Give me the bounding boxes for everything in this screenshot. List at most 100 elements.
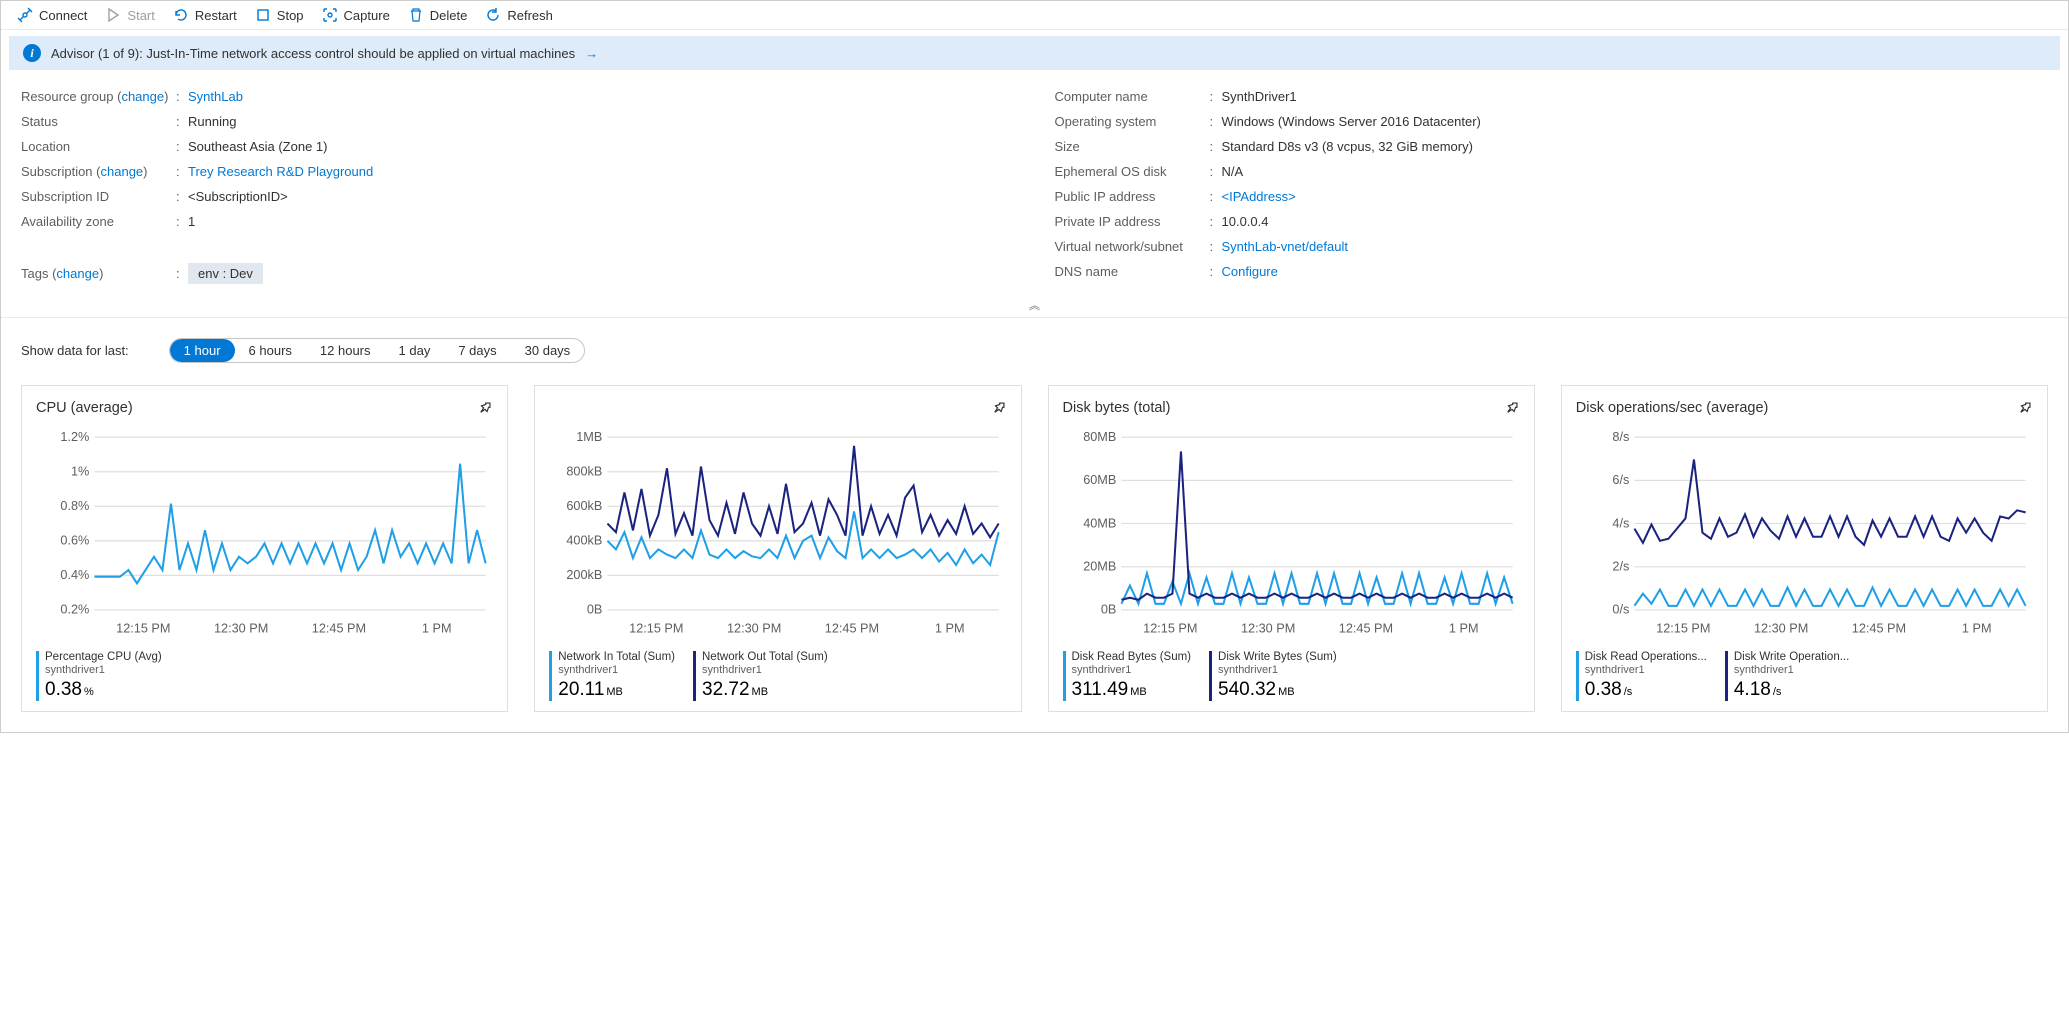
svg-text:80MB: 80MB: [1083, 430, 1116, 444]
time-range-30-days[interactable]: 30 days: [511, 339, 585, 362]
vnet-label: Virtual network/subnet: [1055, 239, 1210, 254]
legend-value: 0.38/s: [1585, 679, 1707, 701]
svg-text:12:15 PM: 12:15 PM: [629, 622, 683, 636]
subscription-change[interactable]: change: [101, 164, 144, 179]
legend-name: Network In Total (Sum): [558, 651, 675, 664]
os-value: Windows (Windows Server 2016 Datacenter): [1222, 114, 1481, 129]
legend-name: Network Out Total (Sum): [702, 651, 828, 664]
computer-name-value: SynthDriver1: [1222, 89, 1297, 104]
advisor-banner[interactable]: i Advisor (1 of 9): Just-In-Time network…: [9, 36, 2060, 70]
legend-value: 540.32MB: [1218, 679, 1337, 701]
status-label: Status: [21, 114, 176, 129]
svg-text:12:15 PM: 12:15 PM: [116, 622, 170, 636]
time-range-1-day[interactable]: 1 day: [385, 339, 445, 362]
info-icon: i: [23, 44, 41, 62]
pin-icon[interactable]: [2017, 400, 2033, 419]
svg-text:1MB: 1MB: [577, 430, 603, 444]
tag-chip[interactable]: env : Dev: [188, 263, 263, 284]
computer-name-label: Computer name: [1055, 89, 1210, 104]
svg-text:12:30 PM: 12:30 PM: [727, 622, 781, 636]
advisor-text: Advisor (1 of 9): Just-In-Time network a…: [51, 46, 575, 61]
collapse-handle[interactable]: ︽: [1, 293, 2068, 317]
chart-tile-ops[interactable]: Disk operations/sec (average) 0/s2/s4/s6…: [1561, 385, 2048, 712]
time-range-1-hour[interactable]: 1 hour: [170, 339, 235, 362]
chart-tile-cpu[interactable]: CPU (average) 0.2%0.4%0.6%0.8%1%1.2%12:1…: [21, 385, 508, 712]
chart-tile-net[interactable]: 0B200kB400kB600kB800kB1MB12:15 PM12:30 P…: [534, 385, 1021, 712]
command-bar: Connect Start Restart Stop Capture Delet…: [1, 1, 2068, 30]
legend-item: Percentage CPU (Avg) synthdriver1 0.38%: [36, 651, 162, 701]
svg-text:1%: 1%: [71, 465, 89, 479]
delete-button[interactable]: Delete: [408, 7, 468, 23]
legend-value: 311.49MB: [1072, 679, 1192, 701]
svg-text:40MB: 40MB: [1083, 516, 1116, 530]
svg-text:12:45 PM: 12:45 PM: [825, 622, 879, 636]
svg-text:6/s: 6/s: [1612, 473, 1629, 487]
properties-left: Resource group (change) : SynthLab Statu…: [21, 84, 1015, 289]
chart-tile-disk[interactable]: Disk bytes (total) 0B20MB40MB60MB80MB12:…: [1048, 385, 1535, 712]
connect-label: Connect: [39, 8, 87, 23]
resource-group-value[interactable]: SynthLab: [188, 89, 243, 104]
svg-text:12:15 PM: 12:15 PM: [1656, 622, 1710, 636]
pin-icon[interactable]: [1504, 400, 1520, 419]
delete-icon: [408, 7, 424, 23]
range-label: Show data for last:: [21, 343, 129, 358]
refresh-button[interactable]: Refresh: [485, 7, 553, 23]
svg-text:60MB: 60MB: [1083, 473, 1116, 487]
location-label: Location: [21, 139, 176, 154]
pubip-value[interactable]: <IPAddress>: [1222, 189, 1296, 204]
tile-title: Disk operations/sec (average): [1576, 400, 1769, 416]
legend-sub: synthdriver1: [558, 664, 675, 677]
capture-button[interactable]: Capture: [322, 7, 390, 23]
time-range-6-hours[interactable]: 6 hours: [235, 339, 306, 362]
capture-icon: [322, 7, 338, 23]
svg-text:0.2%: 0.2%: [60, 603, 89, 617]
capture-label: Capture: [344, 8, 390, 23]
time-range-selector: 1 hour6 hours12 hours1 day7 days30 days: [169, 338, 586, 363]
legend-sub: synthdriver1: [1585, 664, 1707, 677]
legend-value: 20.11MB: [558, 679, 675, 701]
pin-icon[interactable]: [477, 400, 493, 419]
svg-text:1 PM: 1 PM: [1448, 622, 1478, 636]
connect-button[interactable]: Connect: [17, 7, 87, 23]
restart-icon: [173, 7, 189, 23]
refresh-label: Refresh: [507, 8, 553, 23]
eph-label: Ephemeral OS disk: [1055, 164, 1210, 179]
svg-text:2/s: 2/s: [1612, 560, 1629, 574]
refresh-icon: [485, 7, 501, 23]
stop-button[interactable]: Stop: [255, 7, 304, 23]
svg-text:12:45 PM: 12:45 PM: [1338, 622, 1392, 636]
legend-sub: synthdriver1: [1218, 664, 1337, 677]
restart-button[interactable]: Restart: [173, 7, 237, 23]
tile-title: Disk bytes (total): [1063, 400, 1171, 416]
tile-title: CPU (average): [36, 400, 133, 416]
resource-group-change[interactable]: change: [121, 89, 164, 104]
vnet-value[interactable]: SynthLab-vnet/default: [1222, 239, 1348, 254]
eph-value: N/A: [1222, 164, 1244, 179]
svg-text:12:45 PM: 12:45 PM: [312, 622, 366, 636]
svg-text:600kB: 600kB: [567, 499, 603, 513]
os-label: Operating system: [1055, 114, 1210, 129]
legend-name: Disk Read Operations...: [1585, 651, 1707, 664]
start-icon: [105, 7, 121, 23]
start-button[interactable]: Start: [105, 7, 154, 23]
delete-label: Delete: [430, 8, 468, 23]
svg-text:400kB: 400kB: [567, 534, 603, 548]
svg-text:12:15 PM: 12:15 PM: [1143, 622, 1197, 636]
legend-sub: synthdriver1: [1072, 664, 1192, 677]
legend-sub: synthdriver1: [1734, 664, 1849, 677]
legend-item: Network Out Total (Sum) synthdriver1 32.…: [693, 651, 828, 701]
properties-right: Computer name:SynthDriver1 Operating sys…: [1055, 84, 2049, 289]
pin-icon[interactable]: [991, 400, 1007, 419]
legend-name: Disk Write Operation...: [1734, 651, 1849, 664]
legend-value: 0.38%: [45, 679, 162, 701]
tags-change[interactable]: change: [56, 266, 99, 281]
legend-sub: synthdriver1: [45, 664, 162, 677]
pubip-label: Public IP address: [1055, 189, 1210, 204]
time-range-12-hours[interactable]: 12 hours: [306, 339, 385, 362]
time-range-7-days[interactable]: 7 days: [444, 339, 510, 362]
subscription-value[interactable]: Trey Research R&D Playground: [188, 164, 373, 179]
legend-item: Network In Total (Sum) synthdriver1 20.1…: [549, 651, 675, 701]
dns-value[interactable]: Configure: [1222, 264, 1278, 279]
svg-text:0.8%: 0.8%: [60, 499, 89, 513]
svg-text:20MB: 20MB: [1083, 560, 1116, 574]
